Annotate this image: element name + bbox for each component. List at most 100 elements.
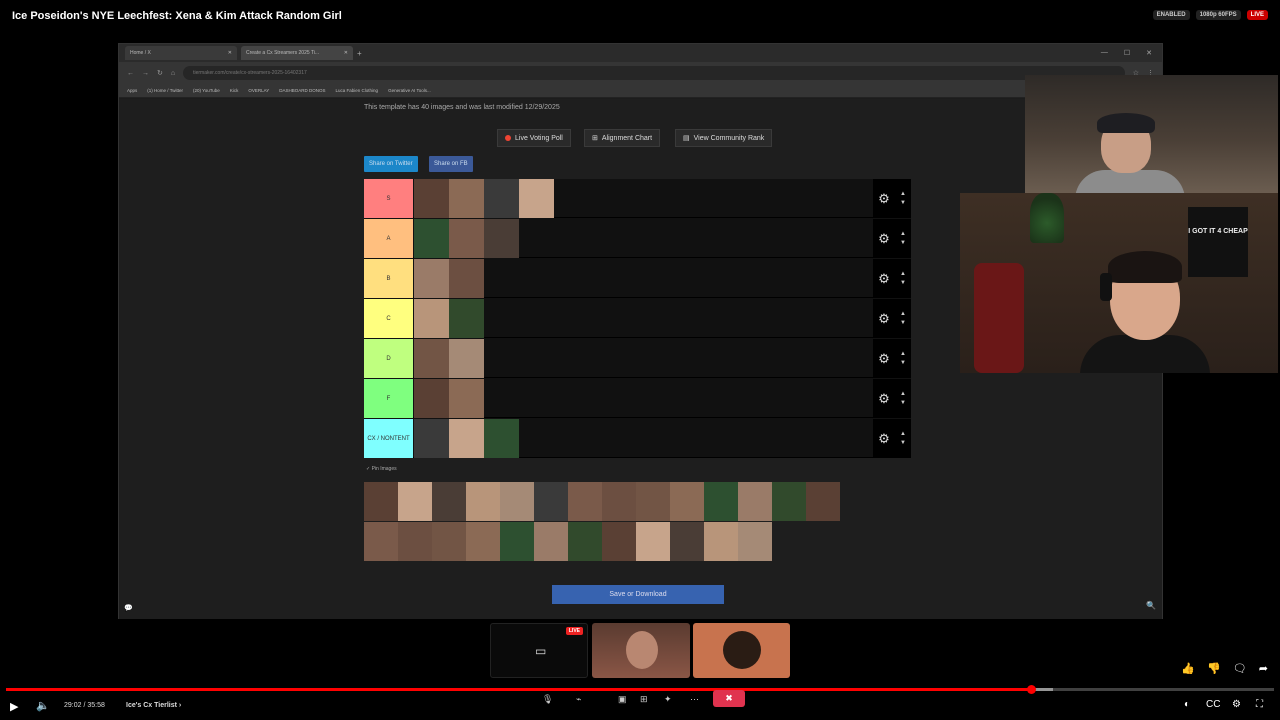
new-tab-icon[interactable]: + xyxy=(357,49,362,58)
streamer-thumbnail[interactable] xyxy=(414,219,449,258)
streamer-thumbnail[interactable] xyxy=(449,339,484,378)
pool-thumbnail[interactable] xyxy=(398,482,432,521)
zoom-icon[interactable]: 🔍 xyxy=(1146,601,1156,610)
streamer-thumbnail[interactable] xyxy=(414,339,449,378)
chevron-down-icon[interactable]: ▼ xyxy=(900,399,906,408)
chevron-down-icon[interactable]: ▼ xyxy=(900,199,906,208)
layout-icon[interactable]: ⊞ xyxy=(640,694,648,705)
pool-thumbnail[interactable] xyxy=(432,482,466,521)
chevron-up-icon[interactable]: ▲ xyxy=(900,270,906,279)
bookmark-item[interactable]: Apps xyxy=(127,88,137,93)
seek-bar[interactable] xyxy=(6,685,1274,694)
reload-icon[interactable]: ↻ xyxy=(157,69,163,77)
pool-thumbnail[interactable] xyxy=(398,522,432,561)
browser-tab-home[interactable]: Home / X ✕ xyxy=(125,46,237,60)
pool-thumbnail[interactable] xyxy=(364,482,398,521)
streamer-thumbnail[interactable] xyxy=(484,219,519,258)
gear-icon[interactable]: ⚙ xyxy=(878,271,890,287)
bookmark-item[interactable]: Luca Fabien Clothing xyxy=(336,88,379,93)
close-icon[interactable]: ✕ xyxy=(228,50,232,56)
like-icon[interactable]: 👍 xyxy=(1181,662,1195,675)
close-icon[interactable]: ✕ xyxy=(344,50,348,56)
share-twitter-button[interactable]: Share on Twitter xyxy=(364,156,418,172)
comment-icon[interactable]: 🗨 xyxy=(1233,662,1247,675)
chevron-up-icon[interactable]: ▲ xyxy=(900,230,906,239)
tier-label[interactable]: S xyxy=(364,179,413,218)
pool-thumbnail[interactable] xyxy=(738,482,772,521)
bookmark-item[interactable]: (1) Home / Twitter xyxy=(147,88,183,93)
settings-icon[interactable]: ⚙ xyxy=(1232,699,1241,710)
forward-icon[interactable]: → xyxy=(142,70,149,77)
screen-share-tile[interactable]: LIVE ▭ xyxy=(490,623,588,678)
pool-thumbnail[interactable] xyxy=(772,482,806,521)
effects-icon[interactable]: ✦ xyxy=(664,694,672,705)
camera-icon[interactable]: ⌁ xyxy=(576,694,581,705)
share-fb-button[interactable]: Share on FB xyxy=(429,156,473,172)
chevron-up-icon[interactable]: ▲ xyxy=(900,190,906,199)
tier-label[interactable]: D xyxy=(364,339,413,378)
chevron-up-icon[interactable]: ▲ xyxy=(900,310,906,319)
streamer-thumbnail[interactable] xyxy=(414,419,449,458)
url-input[interactable]: tiermaker.com/create/cx-streamers-2025-1… xyxy=(183,66,1125,80)
community-rank-button[interactable]: ▤ View Community Rank xyxy=(675,129,773,147)
chevron-up-icon[interactable]: ▲ xyxy=(900,350,906,359)
pool-thumbnail[interactable] xyxy=(568,522,602,561)
participant-tile-1[interactable] xyxy=(592,623,690,678)
leave-call-button[interactable]: ✖ xyxy=(713,690,745,707)
pool-thumbnail[interactable] xyxy=(636,482,670,521)
pool-thumbnail[interactable] xyxy=(602,522,636,561)
streamer-thumbnail[interactable] xyxy=(414,299,449,338)
captions-icon[interactable]: CC xyxy=(1206,699,1220,710)
bookmark-item[interactable]: DASHBOARD DONOS xyxy=(279,88,325,93)
pool-thumbnail[interactable] xyxy=(466,482,500,521)
streamer-thumbnail[interactable] xyxy=(449,379,484,418)
pool-thumbnail[interactable] xyxy=(670,522,704,561)
gear-icon[interactable]: ⚙ xyxy=(878,431,890,447)
pool-thumbnail[interactable] xyxy=(364,522,398,561)
streamer-thumbnail[interactable] xyxy=(484,419,519,458)
minimize-icon[interactable]: — xyxy=(1101,49,1108,57)
fullscreen-icon[interactable]: ⛶ xyxy=(1256,699,1263,710)
gear-icon[interactable]: ⚙ xyxy=(878,311,890,327)
present-icon[interactable]: ▣ xyxy=(618,694,627,705)
pool-thumbnail[interactable] xyxy=(466,522,500,561)
autoplay-toggle[interactable]: ◐ xyxy=(1184,699,1190,710)
tier-label[interactable]: F xyxy=(364,379,413,418)
pool-thumbnail[interactable] xyxy=(636,522,670,561)
chevron-down-icon[interactable]: ▼ xyxy=(900,359,906,368)
video-player[interactable]: Ice Poseidon's NYE Leechfest: Xena & Kim… xyxy=(0,0,1280,720)
chevron-down-icon[interactable]: ▼ xyxy=(900,439,906,448)
streamer-thumbnail[interactable] xyxy=(414,179,449,218)
chevron-up-icon[interactable]: ▲ xyxy=(900,430,906,439)
gear-icon[interactable]: ⚙ xyxy=(878,191,890,207)
more-icon[interactable]: ⋯ xyxy=(690,694,699,705)
pool-thumbnail[interactable] xyxy=(806,482,840,521)
chat-icon[interactable]: 💬 xyxy=(124,604,133,612)
volume-icon[interactable]: 🔈 xyxy=(36,699,50,712)
bookmark-item[interactable]: Kick xyxy=(230,88,239,93)
streamer-thumbnail[interactable] xyxy=(449,179,484,218)
bookmark-item[interactable]: Generative AI Tools... xyxy=(388,88,431,93)
seek-handle[interactable] xyxy=(1026,685,1036,694)
streamer-thumbnail[interactable] xyxy=(449,419,484,458)
bookmark-item[interactable]: OVERLAY xyxy=(248,88,269,93)
chevron-down-icon[interactable]: ▼ xyxy=(900,279,906,288)
pool-thumbnail[interactable] xyxy=(602,482,636,521)
chapter-title[interactable]: Ice's Cx Tierlist › xyxy=(126,702,181,709)
dislike-icon[interactable]: 👎 xyxy=(1207,662,1221,675)
maximize-icon[interactable]: ☐ xyxy=(1124,49,1130,57)
streamer-thumbnail[interactable] xyxy=(414,379,449,418)
gear-icon[interactable]: ⚙ xyxy=(878,391,890,407)
home-icon[interactable]: ⌂ xyxy=(171,70,175,77)
pool-thumbnail[interactable] xyxy=(534,522,568,561)
streamer-thumbnail[interactable] xyxy=(484,179,519,218)
alignment-chart-button[interactable]: ⊞ Alignment Chart xyxy=(584,129,661,147)
tier-label[interactable]: C xyxy=(364,299,413,338)
streamer-thumbnail[interactable] xyxy=(449,299,484,338)
streamer-thumbnail[interactable] xyxy=(519,179,554,218)
participant-tile-2[interactable] xyxy=(693,623,790,678)
play-icon[interactable]: ▶ xyxy=(10,700,18,713)
pool-thumbnail[interactable] xyxy=(568,482,602,521)
gear-icon[interactable]: ⚙ xyxy=(878,351,890,367)
gear-icon[interactable]: ⚙ xyxy=(878,231,890,247)
